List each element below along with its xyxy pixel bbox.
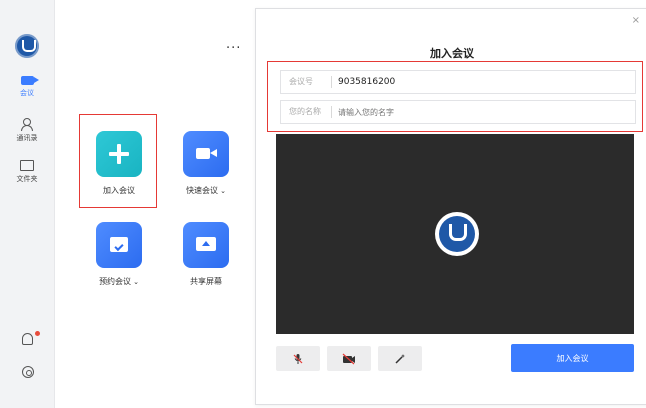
sidebar-item-meeting[interactable]: 会议 (4, 76, 50, 98)
highlight-box (267, 61, 643, 132)
close-icon[interactable]: × (632, 15, 640, 26)
dialog-title: 加入会议 (430, 47, 474, 60)
video-preview (276, 134, 634, 334)
quick-meeting-tile[interactable]: 快速会议 ⌄ (166, 131, 246, 196)
notification-dot (35, 331, 40, 336)
screen-share-icon (183, 222, 229, 268)
video-off-icon (342, 353, 355, 364)
join-meeting-dialog: × 加入会议 会议号 9035816200 您的名称 加入会议 (255, 8, 646, 405)
highlight-box (79, 114, 157, 208)
video-camera-icon (20, 76, 39, 85)
gear-icon[interactable] (22, 366, 34, 378)
calendar-check-icon (96, 222, 142, 268)
sidebar-item-label: 通讯录 (16, 134, 38, 142)
camera-off-button[interactable] (327, 346, 371, 371)
sidebar-item-label: 会议 (20, 89, 34, 97)
join-meeting-button[interactable]: 加入会议 (511, 344, 634, 372)
beautify-button[interactable] (378, 346, 422, 371)
app-logo-icon (15, 34, 39, 58)
mute-microphone-button[interactable] (276, 346, 320, 371)
schedule-meeting-tile[interactable]: 预约会议 ⌄ (79, 222, 159, 287)
sidebar-item-files[interactable]: 文件夹 (4, 160, 50, 184)
tile-label: 共享屏幕 (190, 277, 222, 286)
tile-label: 预约会议 (99, 277, 132, 286)
sidebar-item-contacts[interactable]: 通讯录 (4, 118, 50, 143)
magic-wand-icon (395, 353, 405, 364)
share-screen-tile[interactable]: 共享屏幕 (166, 222, 246, 287)
chevron-down-icon[interactable]: ⌄ (133, 278, 139, 286)
contacts-icon (21, 118, 33, 131)
folder-icon (20, 160, 34, 171)
notifications-button[interactable] (4, 333, 50, 348)
more-options-button[interactable]: ··· (226, 41, 241, 56)
tile-label: 快速会议 (186, 186, 219, 195)
chevron-down-icon[interactable]: ⌄ (220, 187, 226, 195)
video-camera-icon (183, 131, 229, 177)
sidebar-item-label: 文件夹 (16, 175, 38, 183)
sidebar: 会议 通讯录 文件夹 (0, 0, 55, 408)
microphone-off-icon (293, 353, 303, 364)
bell-icon (21, 333, 33, 345)
app-logo-icon (435, 212, 479, 256)
